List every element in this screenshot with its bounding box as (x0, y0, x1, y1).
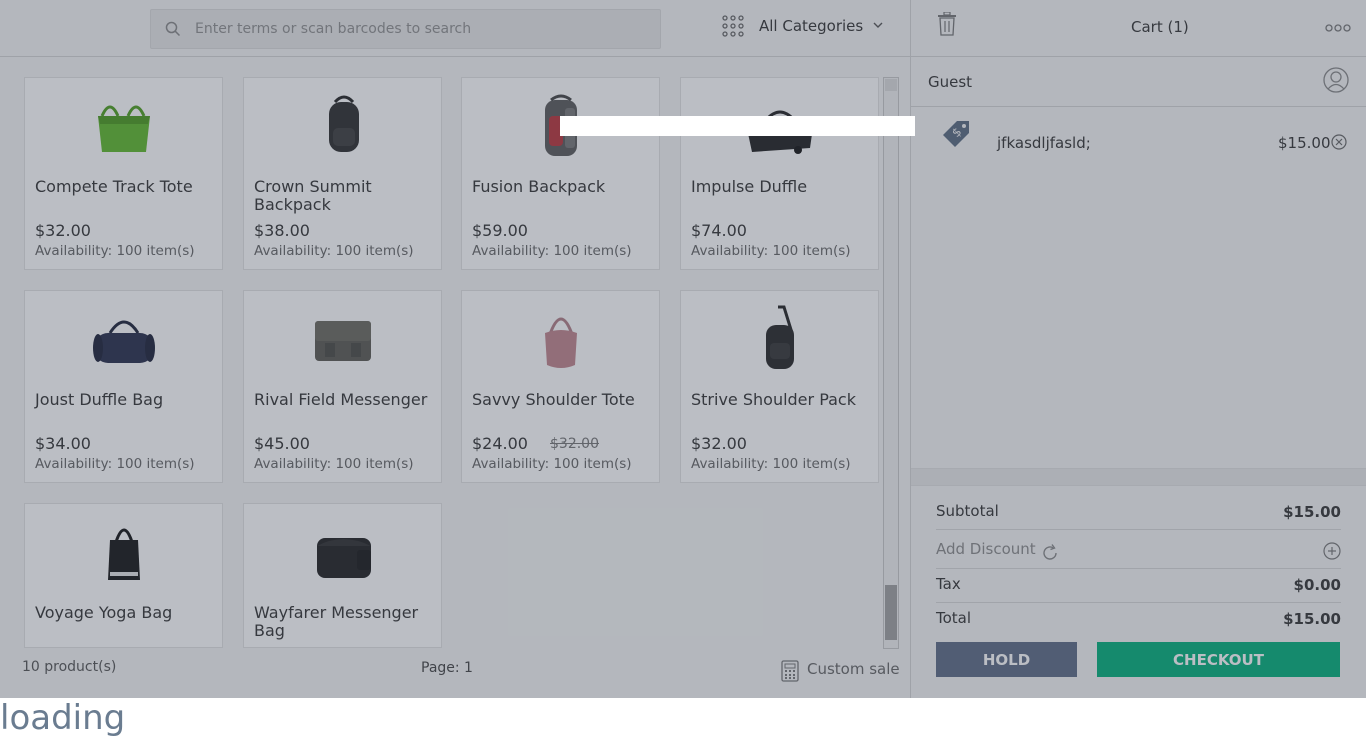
loading-overlay (0, 0, 1366, 698)
pos-app: All Categories Compete Track Tote $32.00… (0, 0, 1366, 698)
loading-bar (560, 116, 915, 136)
loading-text: loading (0, 698, 126, 738)
